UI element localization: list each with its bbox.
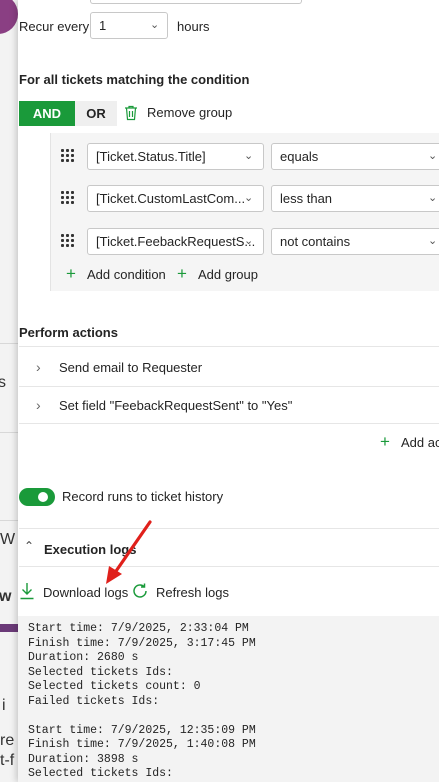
- add-action-button[interactable]: + Add ac: [380, 434, 439, 452]
- action-label: Send email to Requester: [59, 360, 203, 375]
- divider: [0, 432, 18, 433]
- condition-operator-select[interactable]: equals ⌄: [271, 143, 439, 170]
- background-app: s W w i re t-f: [0, 0, 18, 782]
- condition-field-select[interactable]: [Ticket.CustomLastCom... ⌄: [87, 185, 264, 212]
- download-icon: [20, 583, 34, 600]
- add-condition-button[interactable]: + Add condition: [66, 264, 166, 284]
- add-condition-label: Add condition: [87, 267, 166, 282]
- drag-handle-icon[interactable]: [61, 234, 75, 248]
- background-text: re: [0, 732, 15, 749]
- recur-every-label: Recur every: [19, 19, 90, 34]
- log-line: Start time: 7/9/2025, 12:35:09 PM: [28, 723, 256, 737]
- background-bar: [0, 624, 18, 632]
- log-line: Selected tickets count: 0: [28, 680, 201, 693]
- chevron-right-icon: ›: [36, 359, 41, 375]
- chevron-down-icon: ⌄: [244, 235, 254, 247]
- record-runs-toggle[interactable]: [19, 488, 55, 506]
- chevron-down-icon: ⌄: [428, 150, 438, 162]
- remove-group-label: Remove group: [147, 105, 233, 120]
- condition-section-title: For all tickets matching the condition: [19, 72, 250, 87]
- divider: [19, 346, 439, 347]
- log-line: Finish time: 7/9/2025, 3:17:45 PM: [28, 636, 256, 650]
- refresh-logs-label: Refresh logs: [156, 585, 229, 600]
- log-line: Selected tickets Ids:: [28, 665, 173, 679]
- divider: [0, 343, 18, 344]
- log-line: Finish time: 7/9/2025, 1:40:08 PM: [28, 738, 256, 751]
- chevron-up-icon: ⌃: [24, 539, 35, 553]
- condition-field-select[interactable]: [Ticket.Status.Title] ⌄: [87, 143, 264, 170]
- chevron-down-icon: ⌄: [428, 192, 438, 204]
- chevron-down-icon: ⌄: [244, 150, 254, 162]
- record-runs-label: Record runs to ticket history: [62, 489, 224, 504]
- background-text: t-f: [0, 752, 15, 769]
- condition-operator-value: equals: [280, 149, 319, 164]
- condition-operator-value: less than: [280, 191, 333, 206]
- action-item[interactable]: › Set field "FeebackRequestSent" to "Yes…: [19, 388, 439, 424]
- chevron-down-icon: ⌄: [244, 192, 254, 204]
- background-text: w: [0, 588, 12, 605]
- condition-operator-select[interactable]: not contains ⌄: [271, 228, 439, 255]
- avatar: [0, 0, 18, 34]
- chevron-down-icon: ⌄: [428, 235, 438, 247]
- log-line: Duration: 3898 s: [28, 752, 139, 766]
- add-action-label: Add ac: [401, 435, 439, 450]
- select-box-partial[interactable]: [90, 0, 302, 4]
- recur-unit-label: hours: [177, 19, 210, 34]
- recur-interval-select[interactable]: 1 ⌄: [90, 12, 168, 39]
- condition-field-value: [Ticket.Status.Title]: [96, 149, 206, 164]
- divider: [19, 566, 439, 567]
- or-toggle-button[interactable]: OR: [75, 101, 117, 126]
- background-text: i: [2, 697, 6, 714]
- drag-handle-icon[interactable]: [61, 149, 75, 163]
- perform-actions-title: Perform actions: [19, 325, 118, 340]
- log-line: Start time: 7/9/2025, 2:33:04 PM: [28, 622, 249, 635]
- chevron-down-icon: ⌄: [150, 19, 160, 31]
- annotation-arrow: [106, 520, 152, 584]
- condition-field-select[interactable]: [Ticket.FeebackRequestS... ⌄: [87, 228, 264, 255]
- condition-operator-select[interactable]: less than ⌄: [271, 185, 439, 212]
- log-line: Duration: 2680 s: [28, 651, 139, 664]
- chevron-right-icon: ›: [36, 397, 41, 413]
- divider: [19, 386, 439, 387]
- plus-icon: +: [380, 434, 390, 451]
- plus-icon: +: [177, 264, 187, 283]
- remove-group-button[interactable]: Remove group: [124, 104, 334, 124]
- action-label: Set field "FeebackRequestSent" to "Yes": [59, 398, 293, 413]
- recur-interval-value: 1: [99, 18, 107, 33]
- log-line: Selected tickets Ids:: [28, 767, 173, 780]
- divider: [19, 528, 439, 529]
- trash-icon: [125, 105, 137, 121]
- divider: [19, 423, 439, 424]
- condition-field-value: [Ticket.FeebackRequestS...: [96, 234, 256, 249]
- condition-operator-value: not contains: [280, 234, 351, 249]
- toggle-knob: [38, 492, 48, 502]
- execution-log-output: Start time: 7/9/2025, 2:33:04 PM Finish …: [18, 616, 439, 782]
- action-item[interactable]: › Send email to Requester: [19, 348, 439, 386]
- background-text: W: [0, 531, 16, 548]
- add-group-label: Add group: [198, 267, 258, 282]
- log-line: Failed tickets Ids:: [28, 694, 160, 708]
- divider: [0, 520, 18, 521]
- background-text: s: [0, 374, 6, 391]
- execution-logs-header[interactable]: ⌃ Execution logs: [19, 532, 439, 566]
- plus-icon: +: [66, 264, 76, 283]
- drag-handle-icon[interactable]: [61, 191, 75, 205]
- condition-field-value: [Ticket.CustomLastCom...: [96, 191, 246, 206]
- and-toggle-button[interactable]: AND: [19, 101, 75, 126]
- add-group-button[interactable]: + Add group: [177, 264, 267, 284]
